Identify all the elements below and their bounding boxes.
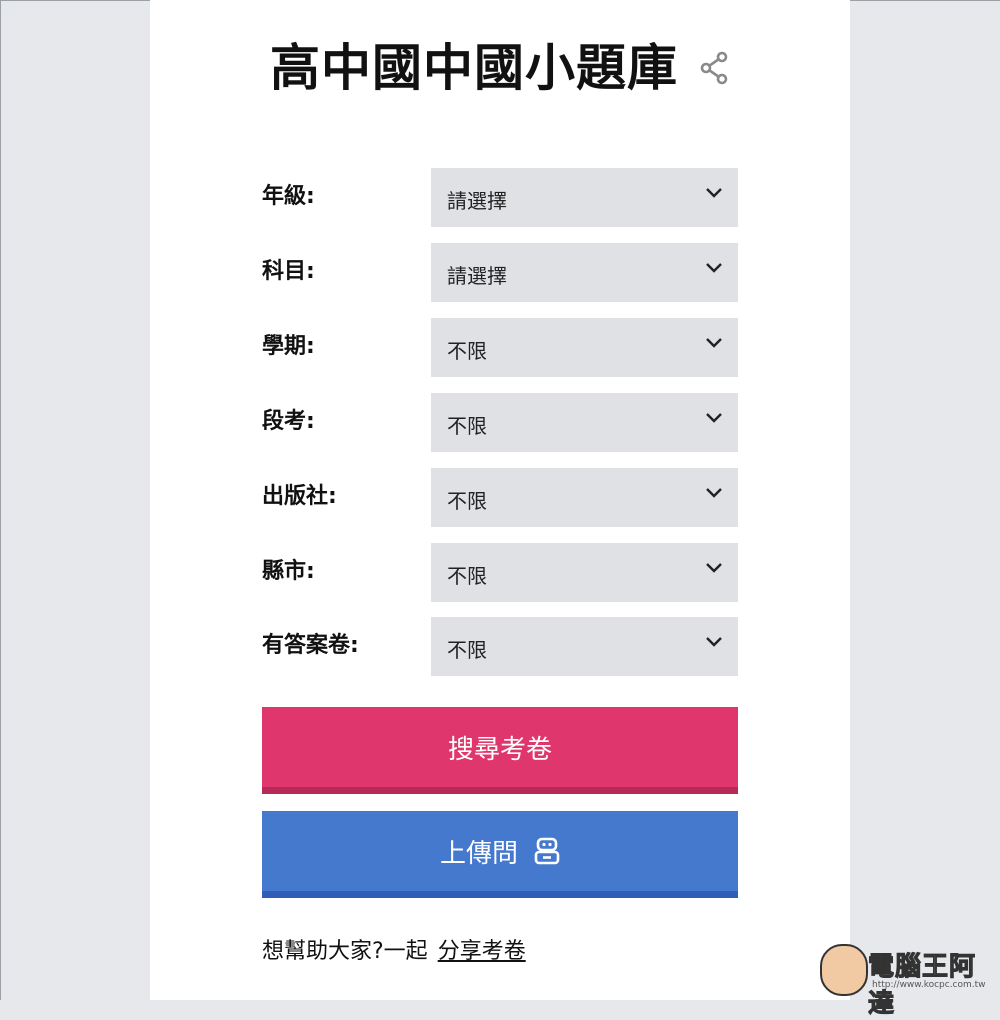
footer-text: 想幫助大家?一起 [262, 939, 428, 964]
exam-select[interactable]: 不限 [431, 393, 738, 452]
select-value: 請選擇 [447, 189, 507, 213]
field-publisher: 出版社: 不限 [262, 468, 738, 527]
answer-key-select[interactable]: 不限 [431, 617, 738, 676]
field-semester: 學期: 不限 [262, 318, 738, 377]
semester-select[interactable]: 不限 [431, 318, 738, 377]
select-value: 不限 [447, 638, 487, 662]
field-label: 有答案卷: [262, 633, 359, 658]
subject-select[interactable]: 請選擇 [431, 243, 738, 302]
watermark-url: http://www.kocpc.com.tw [872, 980, 986, 990]
field-label: 段考: [262, 409, 315, 434]
select-value: 不限 [447, 414, 487, 438]
header: 高中國中國小題庫 [150, 28, 850, 108]
search-button-label: 搜尋考卷 [447, 734, 552, 765]
field-answer-key: 有答案卷: 不限 [262, 617, 738, 676]
field-label: 年級: [262, 184, 315, 209]
share-exam-link[interactable]: 分享考卷 [438, 939, 526, 964]
field-exam: 段考: 不限 [262, 393, 738, 452]
mascot-logo [820, 944, 868, 996]
upload-button-label: 上傳問 [439, 838, 518, 869]
footer: 想幫助大家?一起 分享考卷 [262, 933, 526, 965]
field-label: 科目: [262, 259, 315, 284]
grade-select[interactable]: 請選擇 [431, 168, 738, 227]
select-value: 請選擇 [447, 264, 507, 288]
chevron-down-icon [706, 188, 722, 198]
chevron-down-icon [706, 488, 722, 498]
field-label: 學期: [262, 334, 315, 359]
main-panel: 高中國中國小題庫 年級: 請選擇 科目: 請選擇 學期: 不限 段考: 不限 出… [150, 0, 850, 1000]
chevron-down-icon [706, 637, 722, 647]
frame-left-border [0, 0, 1, 1000]
select-value: 不限 [447, 339, 487, 363]
field-label: 縣市: [262, 559, 315, 584]
publisher-select[interactable]: 不限 [431, 468, 738, 527]
county-select[interactable]: 不限 [431, 543, 738, 602]
chevron-down-icon [706, 263, 722, 273]
page-title: 高中國中國小題庫 [270, 39, 678, 97]
search-button[interactable]: 搜尋考卷 [262, 707, 738, 794]
select-value: 不限 [447, 564, 487, 588]
select-value: 不限 [447, 489, 487, 513]
field-subject: 科目: 請選擇 [262, 243, 738, 302]
chevron-down-icon [706, 338, 722, 348]
upload-button[interactable]: 上傳問 [262, 811, 738, 898]
chevron-down-icon [706, 563, 722, 573]
field-county: 縣市: 不限 [262, 543, 738, 602]
watermark: 電腦王阿達 http://www.kocpc.com.tw [820, 940, 990, 1020]
share-icon[interactable] [698, 51, 730, 85]
robot-icon [534, 837, 560, 865]
field-grade: 年級: 請選擇 [262, 168, 738, 227]
chevron-down-icon [706, 413, 722, 423]
field-label: 出版社: [262, 484, 337, 509]
